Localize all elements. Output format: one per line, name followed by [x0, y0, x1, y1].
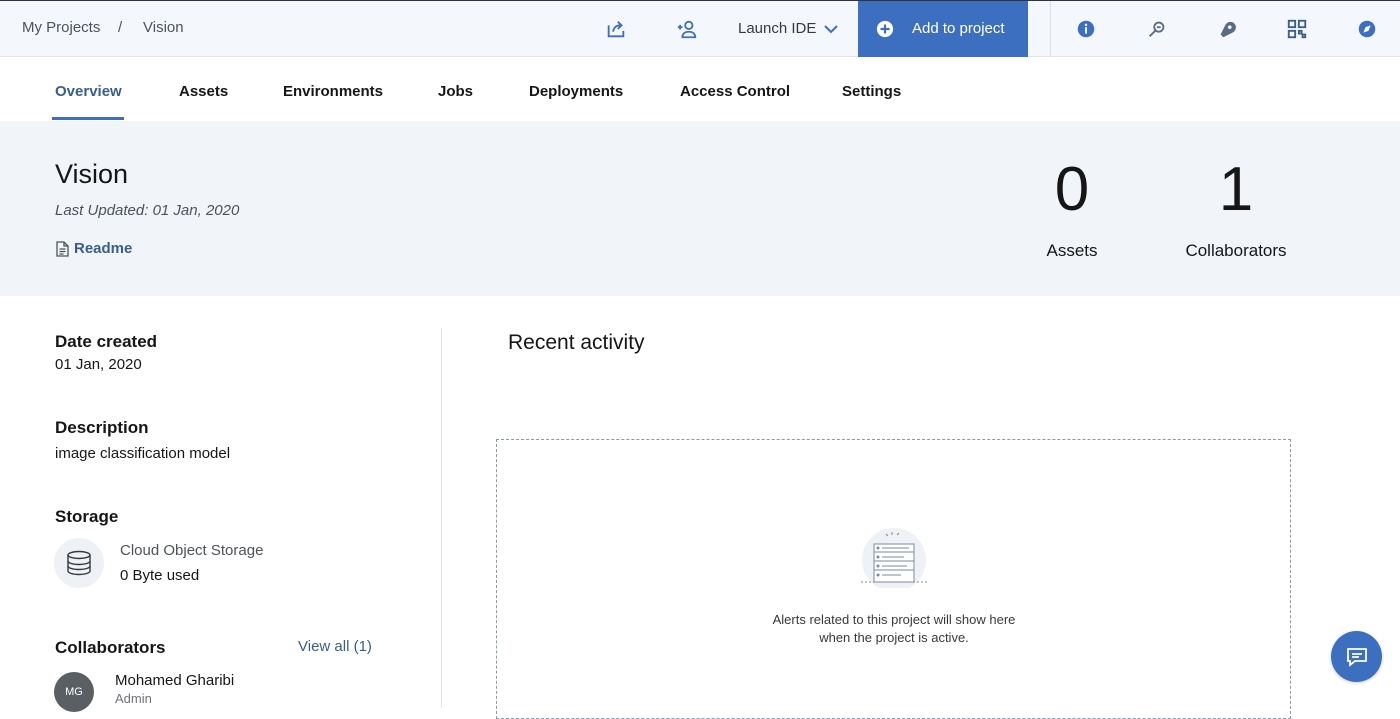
tab-assets[interactable]: Assets	[179, 83, 228, 100]
storage-name: Cloud Object Storage	[120, 542, 264, 559]
tab-bar: Overview Assets Environments Jobs Deploy…	[0, 57, 1400, 121]
database-icon	[67, 550, 91, 576]
page-title: Vision	[55, 159, 129, 189]
empty-state-line-1: Alerts related to this project will show…	[772, 612, 1016, 627]
export-icon[interactable]	[604, 17, 628, 41]
collaborators-stat[interactable]: 1 Collaborators	[1176, 159, 1296, 261]
tab-jobs[interactable]: Jobs	[438, 83, 473, 100]
collaborators-heading: Collaborators	[55, 638, 166, 657]
assets-stat[interactable]: 0 Assets	[1032, 159, 1112, 261]
tab-settings[interactable]: Settings	[842, 83, 901, 100]
launch-ide-dropdown[interactable]: Launch IDE	[738, 20, 839, 37]
active-tab-indicator	[52, 117, 124, 120]
description-heading: Description	[55, 418, 149, 437]
chevron-down-icon	[824, 24, 839, 33]
readme-label: Readme	[74, 240, 133, 257]
explore-icon[interactable]	[1355, 17, 1379, 41]
launch-ide-label: Launch IDE	[738, 20, 817, 37]
feedback-icon[interactable]	[1145, 17, 1169, 41]
tab-overview[interactable]: Overview	[55, 83, 122, 100]
app-switcher-icon[interactable]	[1285, 17, 1309, 41]
collaborators-stat-label: Collaborators	[1185, 241, 1287, 260]
chat-icon	[1346, 647, 1367, 667]
assets-stat-label: Assets	[1046, 241, 1098, 260]
project-header: Vision Last Updated: 01 Jan, 2020 Readme…	[0, 121, 1400, 296]
last-updated-text: Last Updated: 01 Jan, 2020	[55, 202, 240, 219]
info-icon[interactable]	[1074, 17, 1098, 41]
column-divider	[441, 328, 442, 708]
add-user-icon[interactable]	[675, 17, 699, 41]
avatar: MG	[54, 672, 94, 712]
breadcrumb-current: Vision	[143, 19, 184, 36]
date-created-value: 01 Jan, 2020	[55, 356, 142, 373]
storage-heading: Storage	[55, 507, 119, 526]
empty-activity-illustration-icon	[861, 528, 927, 588]
breadcrumb-my-projects[interactable]: My Projects	[22, 19, 100, 36]
storage-used: 0 Byte used	[120, 567, 200, 584]
collaborators-count: 1	[1218, 155, 1254, 224]
breadcrumb-separator: /	[118, 19, 123, 36]
chat-button[interactable]	[1331, 631, 1382, 682]
empty-state-line-2: when the project is active.	[819, 630, 969, 645]
description-value: image classification model	[55, 445, 231, 462]
storage-icon-container	[54, 538, 104, 588]
tab-environments[interactable]: Environments	[283, 83, 383, 100]
collaborator-name: Mohamed Gharibi	[115, 672, 235, 689]
notification-icon[interactable]	[1215, 17, 1239, 41]
empty-state-message: Alerts related to this project will show…	[740, 611, 1048, 647]
toolbar-divider	[1050, 1, 1051, 57]
view-all-collaborators-link[interactable]: View all (1)	[298, 638, 372, 655]
recent-activity-heading: Recent activity	[508, 331, 645, 354]
tab-deployments[interactable]: Deployments	[529, 83, 623, 100]
add-circle-icon	[876, 20, 894, 38]
add-to-project-label: Add to project	[912, 20, 1005, 37]
top-bar: My Projects / Vision Launch IDE Add to p…	[0, 0, 1400, 57]
collaborator-role: Admin	[115, 691, 152, 706]
add-to-project-button[interactable]: Add to project	[858, 1, 1028, 57]
date-created-heading: Date created	[55, 332, 158, 351]
tab-access-control[interactable]: Access Control	[680, 83, 790, 100]
document-icon	[56, 240, 69, 257]
readme-link[interactable]: Readme	[56, 240, 132, 257]
assets-count: 0	[1054, 155, 1090, 224]
